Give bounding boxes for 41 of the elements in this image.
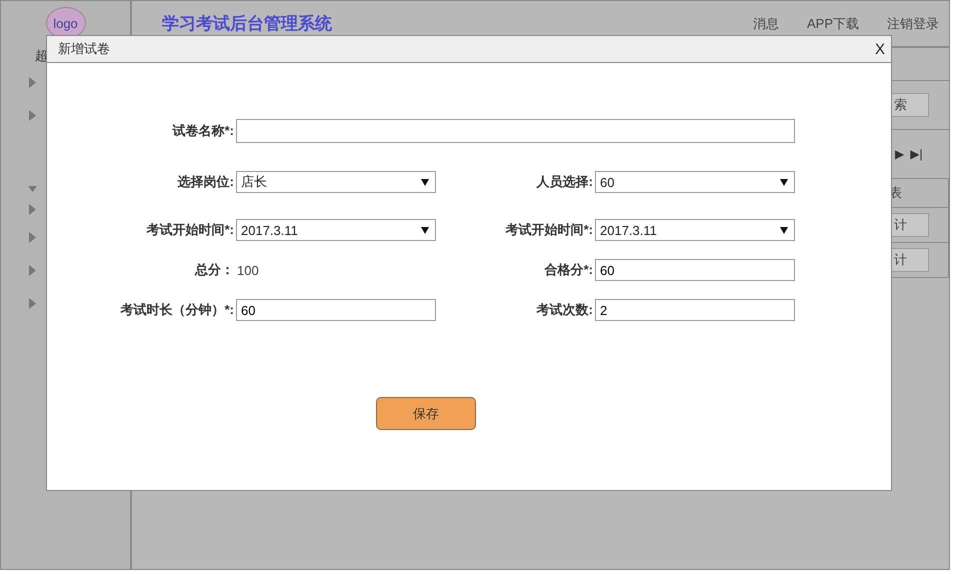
pager-control[interactable]: ▶| [910,147,923,161]
user-label: 超 [35,47,48,65]
nav-link[interactable]: 消息 [752,14,779,32]
field-label: 考试开始时间*: [504,221,593,239]
collapsed-arrow-icon[interactable] [28,265,37,276]
collapsed-arrow-icon[interactable] [28,232,37,243]
input-field[interactable]: 2 [595,299,795,321]
collapsed-arrow-icon[interactable] [28,77,37,88]
field-value: 100 [236,262,260,278]
field-label: 考试时长（分钟）*: [120,301,234,319]
collapsed-arrow-icon[interactable] [28,110,37,121]
select-field[interactable]: 店长 [236,171,436,193]
caret-icon [780,226,788,234]
caret-icon [780,178,788,186]
nav-link[interactable]: 注销登录 [887,14,939,32]
field-label: 合格分*: [543,261,593,279]
save-button[interactable]: 保存 [376,397,476,430]
row-button[interactable]: 计 [889,213,929,237]
nav-link[interactable]: APP下载 [806,14,859,32]
field-label: 考试开始时间*: [146,221,234,239]
row-button[interactable]: 计 [889,248,929,272]
caret-icon [421,178,429,186]
close-button[interactable]: X [872,40,887,58]
dialog-title: 新增试卷 [58,40,110,58]
select-field[interactable]: 60 [595,171,795,193]
field-label: 试卷名称*: [171,122,234,140]
field-label: 考试次数: [536,301,593,319]
field-label: 选择岗位: [176,173,234,191]
field-label: 总分： [194,261,234,279]
search-button[interactable]: 索 [889,93,929,117]
collapsed-arrow-icon[interactable] [28,204,37,215]
input-field[interactable] [236,119,795,143]
select-field[interactable]: 2017.3.11 [236,219,436,241]
caret-icon [421,226,429,234]
pager-control[interactable]: ▶ [895,147,904,161]
input-field[interactable]: 60 [236,299,436,321]
select-field[interactable]: 2017.3.11 [595,219,795,241]
collapsed-arrow-icon[interactable] [28,298,37,309]
field-label: 人员选择: [535,173,593,191]
input-field[interactable]: 60 [595,259,795,281]
app-title: 学习考试后台管理系统 [162,13,333,35]
